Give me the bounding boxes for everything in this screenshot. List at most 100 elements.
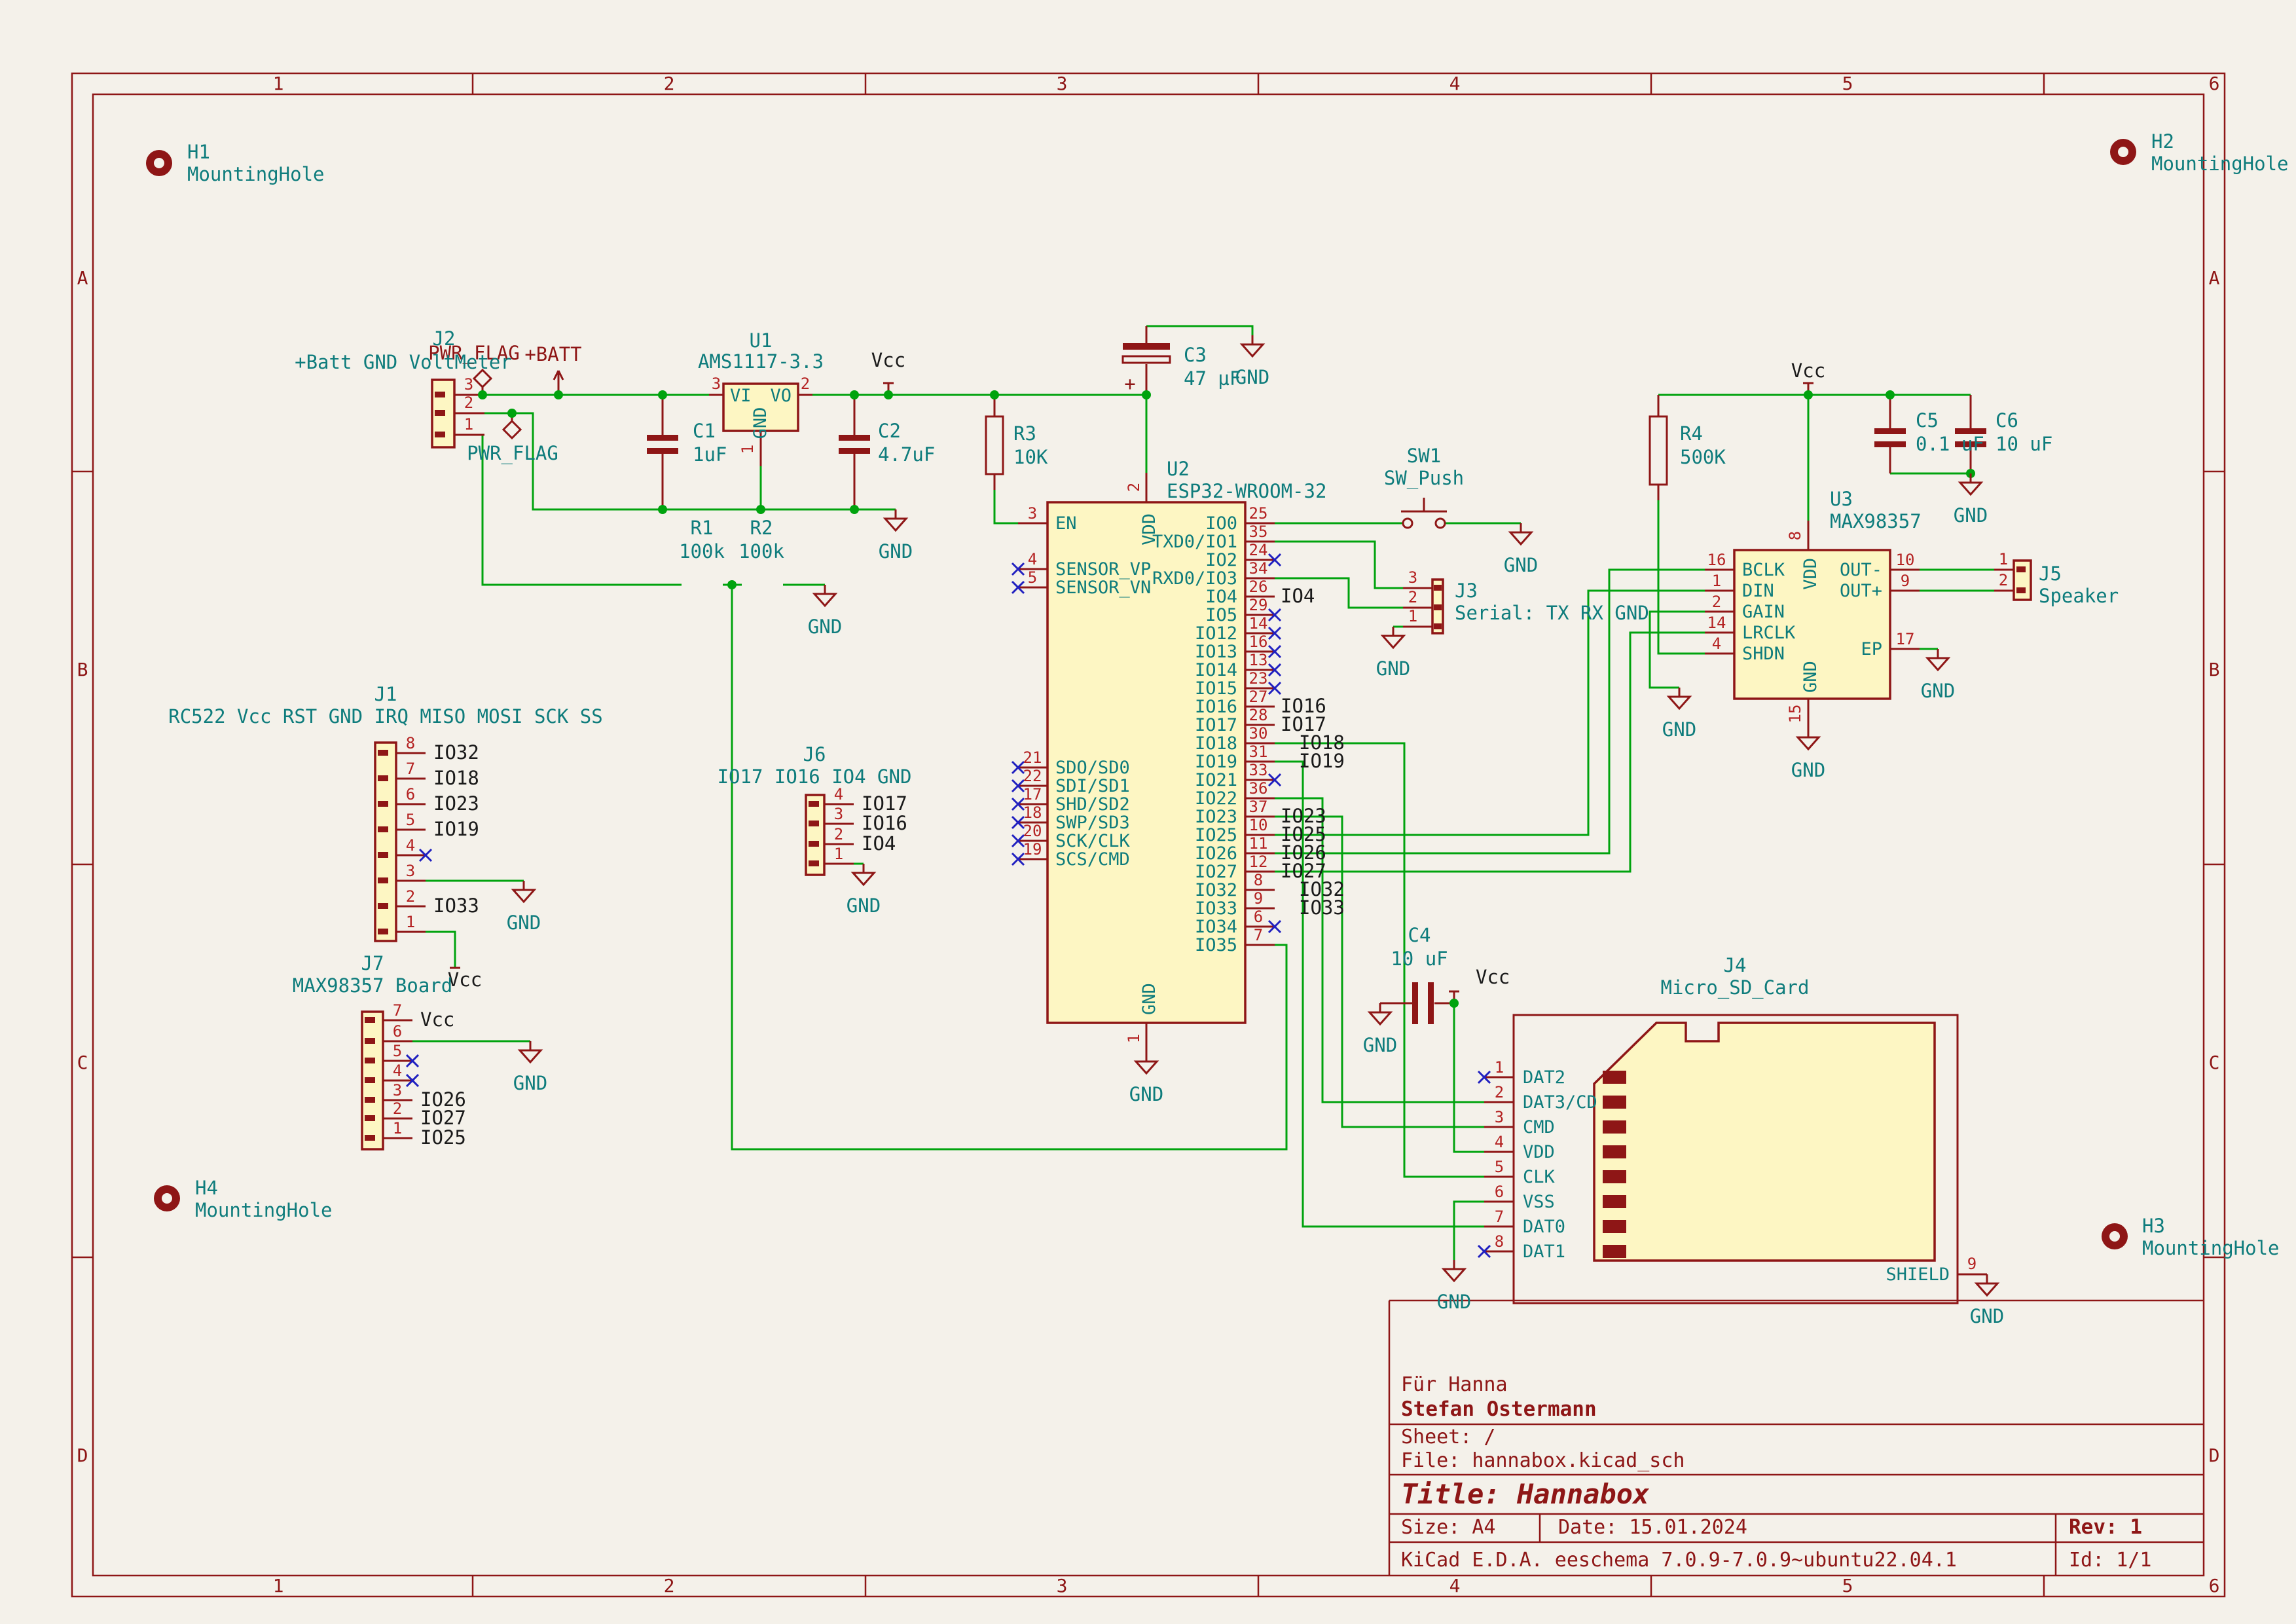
schematic-text[interactable]: 3: [393, 1081, 402, 1099]
schematic-text[interactable]: 10K: [1013, 446, 1048, 468]
schematic-text[interactable]: C1: [693, 420, 716, 442]
schematic-text[interactable]: IO17: [1195, 715, 1237, 735]
schematic-text[interactable]: 4.7uF: [878, 443, 935, 466]
schematic-text[interactable]: DAT0: [1523, 1217, 1565, 1237]
schematic-text[interactable]: 9: [1254, 889, 1263, 908]
schematic-text[interactable]: IO22: [1195, 788, 1237, 809]
schematic-text[interactable]: 27: [1249, 688, 1268, 706]
schematic-text[interactable]: IO25: [1195, 825, 1237, 845]
schematic-text[interactable]: 25: [1249, 504, 1268, 523]
schematic-text[interactable]: 10: [1896, 551, 1915, 569]
schematic-text[interactable]: IO35: [1195, 935, 1237, 955]
schematic-text[interactable]: 3: [406, 862, 415, 880]
schematic-text[interactable]: SCK/CLK: [1055, 831, 1131, 851]
schematic-text[interactable]: 16: [1707, 551, 1726, 569]
schematic-text[interactable]: VDD: [1523, 1142, 1555, 1162]
gnd-symbol-icon[interactable]: [1798, 737, 1819, 749]
schematic-text[interactable]: 2: [1125, 483, 1143, 492]
schematic-text[interactable]: 1: [834, 845, 843, 863]
schematic-text[interactable]: CLK: [1523, 1167, 1556, 1187]
schematic-text[interactable]: SHD/SD2: [1055, 794, 1130, 815]
schematic-text[interactable]: Vcc: [1791, 360, 1825, 382]
schematic-text[interactable]: 36: [1249, 779, 1268, 798]
schematic-text[interactable]: R4: [1680, 422, 1703, 445]
schematic-text[interactable]: 9: [1967, 1255, 1977, 1273]
schematic-text[interactable]: 8: [1786, 531, 1804, 540]
schematic-text[interactable]: Speaker: [2039, 585, 2119, 607]
gnd-symbol-icon[interactable]: [1510, 532, 1531, 544]
schematic-text[interactable]: 26: [1249, 578, 1268, 596]
schematic-text[interactable]: 8: [406, 734, 415, 752]
schematic-text[interactable]: Vcc: [1476, 966, 1510, 988]
schematic-text[interactable]: 14: [1249, 614, 1268, 633]
schematic-text[interactable]: 12: [1249, 853, 1268, 871]
schematic-text[interactable]: SDI/SD1: [1055, 776, 1130, 796]
schematic-text[interactable]: 23: [1249, 669, 1268, 688]
schematic-text[interactable]: C2: [878, 420, 901, 442]
schematic-text[interactable]: SW_Push: [1384, 467, 1464, 490]
schematic-text[interactable]: IO0: [1205, 513, 1237, 534]
schematic-text[interactable]: 15: [1786, 705, 1804, 724]
schematic-text[interactable]: J4: [1724, 954, 1747, 976]
schematic-text[interactable]: AMS1117-3.3: [698, 350, 824, 373]
schematic-text[interactable]: 5: [406, 811, 415, 829]
schematic-text[interactable]: IO19: [433, 818, 479, 840]
schematic-text[interactable]: J6: [803, 743, 826, 766]
schematic-text[interactable]: 4: [393, 1061, 402, 1080]
schematic-text[interactable]: 30: [1249, 724, 1268, 743]
schematic-text[interactable]: 2: [1408, 588, 1417, 606]
schematic-text[interactable]: IO16: [1195, 697, 1237, 717]
schematic-text[interactable]: RC522 Vcc RST GND IRQ MISO MOSI SCK SS: [168, 705, 602, 728]
schematic-text[interactable]: 6: [393, 1022, 402, 1041]
schematic-text[interactable]: Vcc: [420, 1008, 454, 1031]
schematic-text[interactable]: IO19: [1195, 752, 1237, 772]
schematic-text[interactable]: 3: [834, 805, 843, 823]
schematic-text[interactable]: 2: [1712, 593, 1721, 611]
schematic-text[interactable]: IO23: [1195, 807, 1237, 827]
gnd-symbol-icon[interactable]: [513, 890, 534, 902]
schematic-text[interactable]: IO18: [1195, 733, 1237, 754]
schematic-text[interactable]: 17: [1023, 785, 1042, 803]
wire[interactable]: [1146, 326, 1252, 335]
schematic-text[interactable]: IO33: [1299, 896, 1345, 919]
schematic-text[interactable]: TXD0/IO1: [1152, 532, 1237, 552]
schematic-text[interactable]: GAIN: [1742, 602, 1785, 622]
schematic-text[interactable]: 0.1 uF: [1916, 433, 1984, 455]
schematic-text[interactable]: 2: [801, 375, 810, 393]
schematic-text[interactable]: IO32: [433, 741, 479, 764]
wire[interactable]: [426, 932, 455, 968]
schematic-text[interactable]: MAX98357 Board: [293, 974, 452, 997]
schematic-text[interactable]: RXD0/IO3: [1152, 568, 1237, 589]
schematic-text[interactable]: IO14: [1195, 660, 1237, 680]
symbol-body[interactable]: [986, 416, 1003, 474]
wire[interactable]: [1658, 500, 1705, 654]
schematic-text[interactable]: 100k: [738, 540, 784, 563]
gnd-symbol-icon[interactable]: [814, 594, 835, 606]
schematic-text[interactable]: U2: [1167, 458, 1190, 480]
schematic-text[interactable]: 13: [1249, 651, 1268, 669]
schematic-text[interactable]: U1: [750, 329, 773, 352]
schematic-text[interactable]: SENSOR_VP: [1055, 559, 1151, 580]
schematic-text[interactable]: 6: [1495, 1183, 1504, 1201]
schematic-text[interactable]: 10: [1249, 816, 1268, 834]
schematic-text[interactable]: 29: [1249, 596, 1268, 614]
schematic-text[interactable]: 4: [834, 785, 843, 803]
schematic-text[interactable]: IO4: [1205, 587, 1237, 607]
gnd-symbol-icon[interactable]: [1960, 483, 1981, 494]
schematic-text[interactable]: IO27: [1195, 862, 1237, 882]
schematic-text[interactable]: VI: [730, 386, 752, 406]
schematic-text[interactable]: 1: [1999, 550, 2008, 568]
schematic-text[interactable]: 21: [1023, 748, 1042, 767]
schematic-text[interactable]: H4: [195, 1177, 218, 1199]
schematic-text[interactable]: +: [1124, 373, 1135, 395]
schematic-text[interactable]: Micro_SD_Card: [1661, 976, 1810, 999]
schematic-text[interactable]: SHDN: [1742, 644, 1785, 664]
schematic-text[interactable]: 11: [1249, 834, 1268, 853]
schematic-text[interactable]: IO33: [1195, 898, 1237, 919]
schematic-text[interactable]: 5: [1028, 568, 1037, 587]
schematic-text[interactable]: 14: [1707, 614, 1726, 632]
schematic-text[interactable]: 37: [1249, 798, 1268, 816]
schematic-text[interactable]: Vcc: [871, 349, 905, 371]
gnd-symbol-icon[interactable]: [1977, 1283, 1997, 1295]
schematic-text[interactable]: 10 uF: [1995, 433, 2052, 455]
